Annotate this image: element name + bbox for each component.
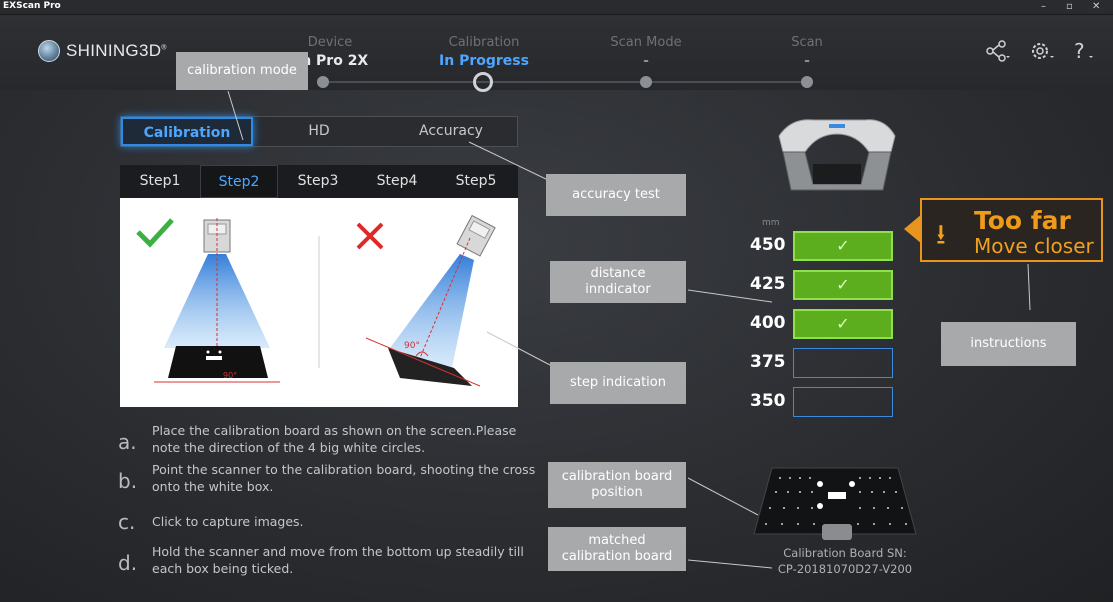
tab-calibration[interactable]: Calibration [121,117,253,146]
angle-label-right: 90° [404,341,420,351]
callout-step-indication: step indication [550,362,686,404]
progress-dot-scan-mode [640,76,652,88]
help-icon[interactable]: ? [1073,39,1099,67]
distance-value: 350 [750,391,786,411]
distance-box [793,387,893,417]
distance-value: 450 [750,235,786,255]
logo-text: SHINING3D® [66,41,167,60]
beam-right [390,254,474,368]
stage-label: Calibration [448,35,520,50]
tab-step4[interactable]: Step4 [358,165,436,198]
minimize-button[interactable]: – [1041,1,1046,12]
warning-subtitle: Move closer [974,234,1094,258]
stage-value: - [804,53,810,69]
calibration-board-image [753,467,917,540]
distance-box [793,348,893,378]
instruction-text: Hold the scanner and move from the botto… [152,544,524,576]
title-bar: EXScan Pro – ▫ ✕ [0,0,1113,15]
progress-dot-calibration [473,72,493,92]
board-serial: Calibration Board SN: CP-20181070D27-V20… [770,545,920,577]
tab-step2[interactable]: Step2 [200,165,278,198]
mode-tabs: Calibration HD Accuracy [120,116,518,147]
maximize-button[interactable]: ▫ [1066,1,1073,12]
board-left [168,346,268,378]
step-tabs: Step1 Step2 Step3 Step4 Step5 [120,165,518,198]
progress-line [320,81,810,83]
instruction-letter: a. [118,430,137,454]
tab-step5[interactable]: Step5 [437,165,515,198]
stage-label: Scan Mode [610,35,682,50]
instruction-text: Click to capture images. [152,514,304,529]
angle-label-left: 90° [223,371,237,380]
distance-box: ✓ [793,270,893,300]
distance-box: ✓ [793,309,893,339]
stage-calibration[interactable]: Calibration In Progress [404,35,564,69]
distance-unit: mm [762,218,780,228]
stage-scan-mode[interactable]: Scan Mode - [566,35,726,69]
callout-distance-indicator: distance inndicator [550,261,686,303]
stage-label: Scan [791,35,823,50]
download-arrow-icon: ⭳ [936,218,946,251]
cross-icon [356,222,384,250]
callout-instructions: instructions [941,322,1076,366]
instruction-letter: b. [118,469,138,493]
distance-value: 400 [750,313,786,333]
serial-label: Calibration Board SN: [783,546,907,560]
distance-box: ✓ [793,231,893,261]
callout-calibration-mode: calibration mode [176,52,308,90]
instruction-letter: c. [118,510,136,534]
progress-dot-scan [801,76,813,88]
logo: SHINING3D® [38,40,167,62]
share-icon[interactable] [985,40,1011,67]
instruction-text: Place the calibration board as shown on … [152,423,517,455]
gear-icon[interactable] [1030,40,1056,67]
callout-matched-board: matched calibration board [548,527,686,571]
warning-title: Too far [974,206,1071,235]
callout-accuracy-test: accuracy test [546,174,686,216]
tab-step3[interactable]: Step3 [279,165,357,198]
check-icon: ✓ [836,275,850,294]
tab-accuracy[interactable]: Accuracy [385,117,517,146]
tab-hd[interactable]: HD [253,117,385,146]
step-illustration: 90° 90° [120,198,518,407]
instruction-text: Point the scanner to the calibration boa… [152,462,536,494]
close-button[interactable]: ✕ [1092,1,1100,12]
check-icon [136,218,174,248]
check-icon: ✓ [836,314,850,333]
app-title: EXScan Pro [3,1,61,11]
stage-label: Device [307,35,353,50]
globe-logo-icon [38,40,60,62]
stage-scan[interactable]: Scan - [727,35,887,69]
stage-value: In Progress [439,53,529,69]
scanner-image [778,119,896,191]
callout-board-position: calibration board position [548,462,686,508]
check-icon: ✓ [836,236,850,255]
distance-value: 425 [750,274,786,294]
tab-step1[interactable]: Step1 [121,165,199,198]
stage-value: - [643,53,649,69]
instruction-letter: d. [118,551,138,575]
serial-value: CP-20181070D27-V200 [777,562,913,576]
distance-value: 375 [750,352,786,372]
distance-warning: ⭳ Too far Move closer [920,198,1103,262]
svg-text:?: ? [1074,40,1085,62]
progress-dot-device [317,76,329,88]
